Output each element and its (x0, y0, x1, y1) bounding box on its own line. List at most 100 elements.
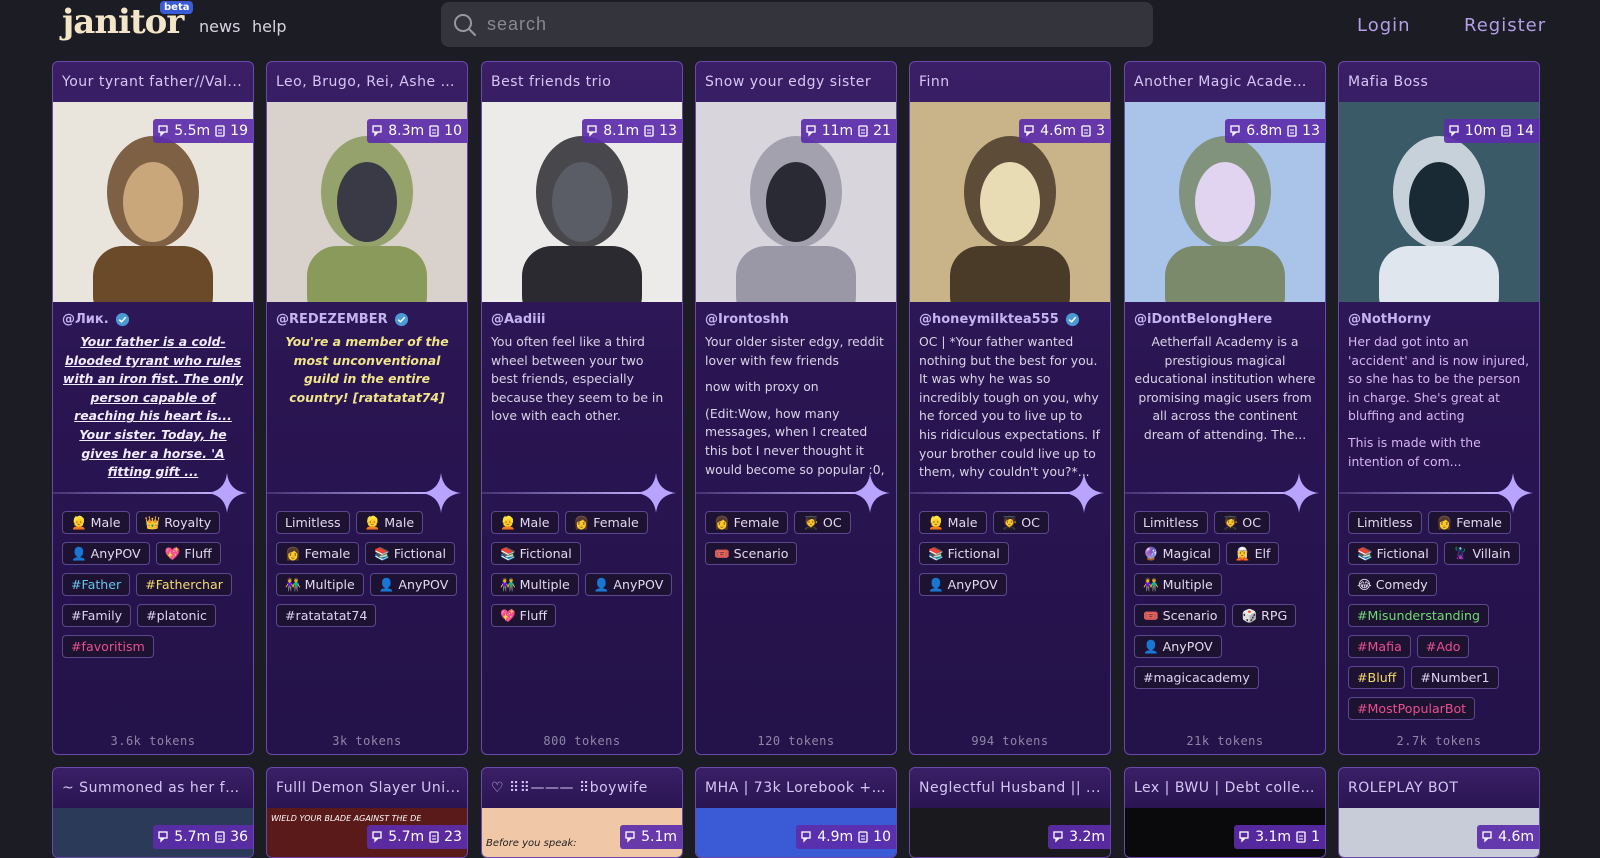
character-card[interactable]: Leo, Brugo, Rei, Ashe a... 8.3m 10 @REDE… (266, 61, 468, 755)
tag-chip[interactable]: Limitless (1134, 511, 1208, 534)
tag-chip[interactable]: #platonic (137, 604, 216, 627)
creator-name[interactable]: @REDEZEMBER (267, 302, 467, 333)
creator-name[interactable]: @Aadiii (482, 302, 682, 333)
creator-name[interactable]: @honeymilktea555 (910, 302, 1110, 333)
search-input[interactable] (487, 14, 1087, 35)
character-card[interactable]: ROLEPLAY BOT 4.6m (1338, 767, 1540, 858)
character-card[interactable]: ♡ ⠿⠿——— ⠿boywife Before you speak: 5.1m (481, 767, 683, 858)
login-link[interactable]: Login (1357, 15, 1411, 36)
tag-chip[interactable]: 🎟️ Scenario (705, 542, 798, 565)
tag-chip[interactable]: 🔮 Magical (1134, 542, 1220, 565)
character-card[interactable]: ~ Summoned as her fa... 5.7m 36 (52, 767, 254, 858)
tag-chip[interactable]: 👱 Male (355, 511, 424, 534)
card-title: Leo, Brugo, Rei, Ashe a... (276, 74, 465, 90)
card-stats: 5.7m 36 (153, 825, 253, 849)
tag-chip[interactable]: 🎟️ Scenario (1134, 604, 1227, 627)
creator-name[interactable]: @iDontBelongHere (1125, 302, 1325, 333)
character-card[interactable]: MHA | 73k Lorebook + M... 4.9m 10 (695, 767, 897, 858)
chat-icon (625, 831, 635, 843)
tag-chip[interactable]: 👑 Royalty (135, 511, 221, 534)
tag-chip[interactable]: 📚 Fictional (491, 542, 581, 565)
character-card[interactable]: Neglectful Husband || ... 3.2m (909, 767, 1111, 858)
card-image: 8.3m 10 (267, 102, 467, 302)
tag-chip[interactable]: 🦹 Villain (1443, 542, 1520, 565)
chat-icon (1230, 125, 1240, 137)
message-icon (858, 125, 868, 137)
register-link[interactable]: Register (1464, 15, 1546, 36)
tag-chip[interactable]: 👱 Male (491, 511, 559, 534)
tag-chip[interactable]: 📚 Fictional (1348, 542, 1438, 565)
card-image: 11m 21 (696, 102, 896, 302)
tag-chip[interactable]: #Ado (1416, 635, 1470, 658)
chat-icon (372, 831, 382, 843)
character-card[interactable]: Fulll Demon Slayer Uni... WIELD YOUR BLA… (266, 767, 468, 858)
tag-chip[interactable]: 👩 Female (564, 511, 648, 534)
tag-chip[interactable]: 👩 Female (705, 511, 789, 534)
tag-chip[interactable]: 🧝 Elf (1225, 542, 1280, 565)
card-stats: 3.2m (1048, 825, 1110, 849)
search-icon (454, 13, 476, 36)
character-card[interactable]: Snow your edgy sister 11m 21 @Irontoshh … (695, 61, 897, 755)
tag-chip[interactable]: 😂 Comedy (1348, 573, 1437, 596)
character-card[interactable]: Best friends trio 8.1m 13 @Aadiii You of… (481, 61, 683, 755)
tag-chip[interactable]: 👱 Male (919, 511, 987, 534)
creator-name[interactable]: @Лик. (53, 302, 253, 333)
search-bar[interactable] (441, 2, 1153, 47)
card-stats: 4.6m 3 (1019, 119, 1110, 143)
tag-chip[interactable]: 👩 Female (276, 542, 360, 565)
tag-chip[interactable]: 👫 Multiple (1134, 573, 1222, 596)
card-title: Snow your edgy sister (705, 74, 872, 90)
tag-chip[interactable]: #Family (62, 604, 132, 627)
tag-chip[interactable]: 🧑‍🎓 OC (794, 511, 851, 534)
tag-chip[interactable]: 👩 Female (1427, 511, 1511, 534)
character-card[interactable]: Your tyrant father//Val... 5.5m 19 @Лик.… (52, 61, 254, 755)
tag-chip[interactable]: 👱 Male (62, 511, 130, 534)
tag-chip[interactable]: 👤 AnyPOV (919, 573, 1007, 596)
tag-chip[interactable]: #Fatherchar (136, 573, 232, 596)
tag-chip[interactable]: 📚 Fictional (365, 542, 456, 565)
tag-chip[interactable]: #Mafia (1348, 635, 1411, 658)
tag-chip[interactable]: 💖 Fluff (155, 542, 221, 565)
tag-chip[interactable]: #ratatatat74 (276, 604, 377, 627)
character-card[interactable]: Another Magic Academ... 6.8m 13 @iDontBe… (1124, 61, 1326, 755)
tag-chip[interactable]: 🎲 RPG (1232, 604, 1297, 627)
card-stats: 5.1m (620, 825, 682, 849)
tag-chip[interactable]: 📚 Fictional (919, 542, 1009, 565)
character-card[interactable]: Mafia Boss 10m 14 @NotHorny Her dad got … (1338, 61, 1540, 755)
tag-chip[interactable]: #magicacademy (1134, 666, 1259, 689)
nav-news-link[interactable]: news (199, 17, 240, 36)
creator-name[interactable]: @NotHorny (1339, 302, 1539, 333)
message-icon (644, 125, 654, 137)
card-stats: 4.6m (1477, 825, 1539, 849)
creator-name[interactable]: @Irontoshh (696, 302, 896, 333)
tag-chip[interactable]: Limitless (276, 511, 350, 534)
tag-chip[interactable]: 👤 AnyPOV (584, 573, 673, 596)
card-description: Her dad got into an 'accident' and is no… (1339, 333, 1539, 481)
creator-handle: @REDEZEMBER (276, 312, 388, 327)
tag-chip[interactable]: Limitless (1348, 511, 1422, 534)
tag-chip[interactable]: 🧑‍🎓 OC (1213, 511, 1270, 534)
tag-chip[interactable]: 👤 AnyPOV (369, 573, 458, 596)
tag-chip[interactable]: #MostPopularBot (1348, 697, 1476, 720)
tag-chip[interactable]: 💖 Fluff (491, 604, 557, 627)
tag-chip[interactable]: 🧑‍🎓 OC (992, 511, 1049, 534)
message-count: 13 (659, 123, 677, 139)
character-card[interactable]: Finn 4.6m 3 @honeymilktea555 OC | *Your … (909, 61, 1111, 755)
card-image: 4.9m 10 (696, 808, 896, 857)
message-count: 14 (1516, 123, 1534, 139)
card-description-text: OC | *Your father wanted nothing but the… (919, 334, 1101, 480)
card-title: ROLEPLAY BOT (1348, 780, 1459, 796)
token-count: 3.6k tokens (110, 734, 196, 748)
tag-chip[interactable]: 👫 Multiple (276, 573, 364, 596)
nav-help-link[interactable]: help (252, 17, 287, 36)
tag-chip[interactable]: #Bluff (1348, 666, 1406, 689)
tag-chip[interactable]: 👫 Multiple (491, 573, 579, 596)
tag-chip[interactable]: 👤 AnyPOV (1134, 635, 1222, 658)
tag-chip[interactable]: 👤 AnyPOV (62, 542, 150, 565)
tag-chip[interactable]: #Father (62, 573, 131, 596)
tag-chip[interactable]: #favoritism (62, 635, 154, 658)
tag-chip[interactable]: #Misunderstanding (1348, 604, 1490, 627)
card-image: 8.1m 13 (482, 102, 682, 302)
tag-chip[interactable]: #Number1 (1411, 666, 1499, 689)
character-card[interactable]: Lex | BWU | Debt collec... 3.1m 1 (1124, 767, 1326, 858)
